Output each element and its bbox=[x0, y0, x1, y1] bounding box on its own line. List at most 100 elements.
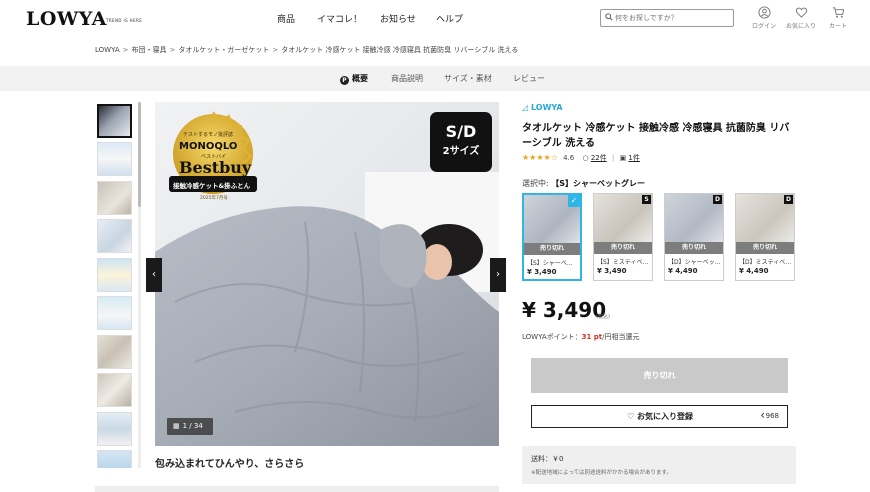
tab-description[interactable]: 商品説明 bbox=[391, 73, 423, 84]
badge-top-text: テストするモノ批評誌 bbox=[183, 132, 234, 138]
comment-icon: ○ bbox=[582, 154, 589, 162]
breadcrumb-item[interactable]: タオルケット・ガーゼケット bbox=[178, 46, 269, 54]
variant-name: 【S】ミスティベ… bbox=[597, 259, 649, 266]
badge-date: 2025年7月号 bbox=[200, 196, 228, 201]
tax-note: (税込) bbox=[596, 314, 610, 320]
variant-option[interactable]: ✓ 売り切れ 【S】シャーベ… ¥ 3,490 bbox=[522, 193, 582, 281]
variant-name: 【D】ミスティベ… bbox=[739, 259, 792, 266]
photo-count-link[interactable]: 1件 bbox=[628, 154, 639, 162]
nav-news[interactable]: お知らせ bbox=[380, 12, 416, 25]
thumbnail[interactable] bbox=[97, 335, 132, 369]
thumbnail[interactable] bbox=[97, 142, 132, 176]
favorites-label: お気に入り bbox=[785, 23, 816, 30]
sold-out-label: 売り切れ bbox=[665, 242, 723, 254]
breadcrumb-item[interactable]: 布団・寝具 bbox=[131, 46, 166, 54]
product-price: ¥ 3,490 bbox=[522, 298, 607, 322]
sold-out-button[interactable]: 売り切れ bbox=[531, 358, 788, 393]
check-icon: ✓ bbox=[568, 195, 580, 207]
shipping-fee: 送料：￥0 bbox=[531, 455, 564, 463]
thumbnail[interactable] bbox=[97, 258, 132, 292]
nav-help[interactable]: ヘルプ bbox=[436, 12, 463, 25]
points-value: 31 pt bbox=[581, 333, 603, 341]
size-badge-small: S bbox=[642, 195, 651, 204]
camera-icon: ▣ bbox=[619, 154, 627, 162]
thumbnail-scrollbar[interactable] bbox=[138, 102, 141, 468]
login-label: ログイン bbox=[751, 23, 776, 30]
search-input[interactable] bbox=[615, 11, 731, 25]
favorite-count: 968 bbox=[765, 412, 779, 420]
size-badge-sub: 2サイズ bbox=[442, 146, 480, 157]
badge-ribbon: 接触冷感ケット&掛ふとん bbox=[173, 182, 251, 190]
nav-imakore[interactable]: イマコレ！ bbox=[317, 12, 362, 25]
variant-option[interactable]: D 売り切れ 【D】シャーベッ… ¥ 4,490 bbox=[664, 193, 724, 281]
image-counter-text: 1 / 34 bbox=[182, 422, 203, 430]
login-button[interactable]: ログイン bbox=[744, 6, 784, 30]
shipping-info: 送料：￥0 ※配送地域によっては別途送料がかかる場合があります。 bbox=[522, 446, 796, 484]
chevron-left-icon: ‹ bbox=[152, 269, 156, 280]
sold-out-label: 売り切れ bbox=[524, 243, 580, 255]
cart-button[interactable]: カート bbox=[818, 6, 858, 30]
chevron-right-icon: › bbox=[496, 269, 500, 280]
thumbnail[interactable] bbox=[97, 104, 132, 138]
nav-products[interactable]: 商品 bbox=[277, 12, 295, 25]
points-info: LOWYAポイント：31 pt/円相当還元 bbox=[522, 332, 640, 342]
section-divider bbox=[95, 486, 499, 492]
search-box[interactable] bbox=[600, 9, 734, 27]
tab-reviews[interactable]: レビュー bbox=[513, 73, 545, 84]
badge-brand: MONOQLO bbox=[179, 141, 238, 152]
variant-name: 【D】シャーベッ… bbox=[668, 259, 721, 266]
site-header: LOWYA TREND IS HERE 商品 イマコレ！ お知らせ ヘルプ ログ… bbox=[0, 0, 870, 38]
award-badge: テストするモノ批評誌 MONOQLO ベストバイ Bestbuy 接触冷感ケット… bbox=[167, 110, 259, 202]
thumbnail[interactable] bbox=[97, 219, 132, 253]
breadcrumb-separator: > bbox=[122, 46, 129, 54]
tab-overview-label: 概要 bbox=[352, 74, 368, 83]
prev-image-button[interactable]: ‹ bbox=[146, 258, 162, 292]
count-bubble-icon: ‹ bbox=[760, 408, 765, 422]
rating-row: ★★★★☆ 4.6 ○ 22件 | ▣ 1件 bbox=[522, 153, 640, 163]
variant-option[interactable]: S 売り切れ 【S】ミスティベ… ¥ 3,490 bbox=[593, 193, 653, 281]
thumbnail[interactable] bbox=[97, 373, 132, 407]
points-suffix: /円相当還元 bbox=[602, 333, 640, 341]
favorites-button[interactable]: お気に入り bbox=[781, 6, 821, 30]
heart-icon: ♡ bbox=[627, 412, 635, 421]
next-image-button[interactable]: › bbox=[490, 258, 506, 292]
search-icon bbox=[605, 13, 613, 21]
size-badge: S/D 2サイズ bbox=[430, 112, 492, 172]
logo-tagline: TREND IS HERE bbox=[106, 18, 143, 23]
sold-out-label: 売り切れ bbox=[594, 242, 652, 254]
thumbnail[interactable] bbox=[97, 450, 132, 468]
site-logo[interactable]: LOWYA bbox=[26, 8, 107, 30]
tab-overview[interactable]: P 概要 bbox=[340, 73, 368, 85]
thumbnail[interactable] bbox=[97, 181, 132, 215]
size-badge-label: S/D bbox=[445, 122, 477, 141]
sold-out-label: 売り切れ bbox=[736, 242, 794, 254]
pin-icon: P bbox=[340, 76, 349, 85]
heart-icon bbox=[795, 7, 807, 18]
variant-price: ¥ 3,490 bbox=[527, 268, 557, 276]
variant-price: ¥ 4,490 bbox=[668, 267, 698, 275]
breadcrumb-item[interactable]: LOWYA bbox=[95, 46, 120, 54]
thumbnail[interactable] bbox=[97, 412, 132, 446]
favorites-button-text: お気に入り登録 bbox=[636, 412, 693, 421]
image-counter[interactable]: ▦ 1 / 34 bbox=[167, 418, 213, 435]
section-tabs: P 概要 商品説明 サイズ・素材 レビュー bbox=[0, 66, 870, 91]
product-title: タオルケット 冷感ケット 接触冷感 冷感寝具 抗菌防臭 リバーシブル 洗える bbox=[522, 123, 790, 149]
favorites-button-label: ♡ お気に入り登録 bbox=[627, 411, 693, 422]
tag-icon: ◿ bbox=[522, 103, 529, 112]
breadcrumb: LOWYA > 布団・寝具 > タオルケット・ガーゼケット > タオルケット 冷感ケット 接… bbox=[95, 45, 518, 55]
add-to-favorites-button[interactable]: ♡ お気に入り登録 ‹ 968 bbox=[531, 405, 788, 428]
size-badge-small: D bbox=[784, 195, 793, 204]
size-badge-small: D bbox=[713, 195, 722, 204]
variant-name: 【S】シャーベ… bbox=[527, 260, 573, 267]
variant-price: ¥ 3,490 bbox=[597, 267, 627, 275]
thumbnail-list[interactable] bbox=[95, 102, 135, 468]
brand-label: LOWYA bbox=[530, 103, 563, 112]
rating-value: 4.6 bbox=[563, 154, 575, 162]
selected-variant: 選択中: 【S】シャーベットグレー bbox=[522, 178, 645, 189]
review-count-link[interactable]: 22件 bbox=[591, 154, 607, 162]
variant-option[interactable]: D 売り切れ 【D】ミスティベ… ¥ 4,490 bbox=[735, 193, 795, 281]
main-product-image[interactable]: テストするモノ批評誌 MONOQLO ベストバイ Bestbuy 接触冷感ケット… bbox=[155, 102, 499, 446]
thumbnail[interactable] bbox=[97, 296, 132, 330]
tab-size-material[interactable]: サイズ・素材 bbox=[444, 73, 492, 84]
brand-link[interactable]: ◿ LOWYA bbox=[522, 103, 563, 112]
